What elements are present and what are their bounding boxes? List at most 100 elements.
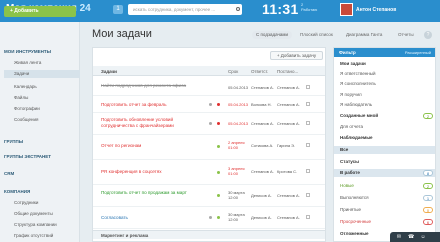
col-responsible[interactable]: Ответст. xyxy=(251,69,268,74)
tab-subtasks[interactable]: С подзадачами xyxy=(252,31,292,39)
col-deadline[interactable]: Срок xyxy=(228,69,238,74)
table-row[interactable]: Найти подрядчиков для ремонта офиса 05.0… xyxy=(93,79,325,96)
task-title[interactable]: Подготовить отчет по продажам за март xyxy=(101,190,197,196)
task-checkbox[interactable] xyxy=(306,193,310,197)
task-checkbox[interactable] xyxy=(306,169,310,173)
status-dot-icon xyxy=(217,194,220,197)
status-dot-icon xyxy=(217,171,220,174)
task-title[interactable]: PR конференция в соцсетях xyxy=(101,169,197,175)
task-responsible[interactable]: Степанов А. xyxy=(251,169,274,174)
filter-in-progress[interactable]: Выполняются xyxy=(340,195,369,200)
task-title[interactable]: Найти подрядчиков для ремонта офиса xyxy=(101,83,197,89)
task-checkbox[interactable] xyxy=(306,143,310,147)
filter-overdue[interactable]: Просроченные xyxy=(340,219,371,224)
task-responsible[interactable]: Денисов А. xyxy=(251,215,272,220)
search-icon[interactable] xyxy=(236,7,240,11)
add-button[interactable]: + Добавить xyxy=(4,6,76,17)
sidebar-item-files[interactable]: Файлы xyxy=(14,95,28,100)
filter-statuses[interactable]: Статусы xyxy=(340,159,359,164)
sidebar-item-messages[interactable]: Сообщения xyxy=(14,117,38,122)
sidebar-section-tools[interactable]: МОИ ИНСТРУМЕНТЫ xyxy=(4,49,51,54)
help-icon[interactable]: ? xyxy=(424,31,432,39)
sidebar-section-crm[interactable]: CRM xyxy=(4,171,14,176)
task-responsible[interactable]: Сотикова А. xyxy=(251,143,273,148)
filter-in-work[interactable]: В работе xyxy=(340,170,360,175)
tab-flat-list[interactable]: Плоский список xyxy=(300,32,333,37)
table-row[interactable]: Согласовать 30 марта 12:00 Денисов А. Ст… xyxy=(93,207,325,229)
task-deadline: 05.04.2013 xyxy=(228,102,249,107)
phone-icon[interactable]: ☎ xyxy=(408,234,414,240)
count-badge: 8 xyxy=(423,170,433,176)
table-header: Задачи Срок Ответст. Постано... xyxy=(93,66,325,76)
task-creator[interactable]: Степанов А. xyxy=(277,102,300,107)
filter-for-report[interactable]: Для отчета xyxy=(340,124,363,129)
extended-filter-link[interactable]: Расширенный xyxy=(405,50,431,55)
filter-all[interactable]: Все xyxy=(340,147,348,152)
filter-created[interactable]: Созданные мной xyxy=(340,113,378,118)
sidebar-item-feed[interactable]: Живая лента xyxy=(14,60,41,65)
task-title[interactable]: Подготовить отчет за февраль xyxy=(101,102,197,108)
task-group[interactable]: Маркетинг и реклама xyxy=(93,230,325,239)
tab-reports[interactable]: Отчеты xyxy=(398,32,414,37)
notifications-icon[interactable]: 1 xyxy=(113,5,123,14)
task-title[interactable]: Отчет по регионам xyxy=(101,143,197,149)
count-badge: 0 xyxy=(423,207,433,213)
task-creator[interactable]: Кротова С. xyxy=(277,169,297,174)
sidebar-item-employees[interactable]: Сотрудники xyxy=(14,200,38,205)
task-checkbox[interactable] xyxy=(306,85,310,89)
filter-responsible[interactable]: Я ответственный xyxy=(340,71,376,76)
sidebar-item-calendar[interactable]: Календарь xyxy=(14,84,37,89)
sidebar-section-groups[interactable]: ГРУППЫ xyxy=(4,139,23,144)
task-title[interactable]: Согласовать xyxy=(101,215,197,221)
task-checkbox[interactable] xyxy=(306,215,310,219)
sidebar-item-structure[interactable]: Структура компании xyxy=(14,222,57,227)
task-title[interactable]: Подготовить обновление условий сотруднич… xyxy=(101,117,197,128)
filter-header: Фильтр Расширенный xyxy=(334,48,435,57)
table-row[interactable]: PR конференция в соцсетях 3 апреля 01:00… xyxy=(93,160,325,185)
table-row[interactable]: Подготовить отчет за февраль 05.04.2013 … xyxy=(93,96,325,113)
group-label[interactable]: Маркетинг и реклама xyxy=(101,233,148,238)
add-task-button[interactable]: + Добавить задачу xyxy=(270,51,323,60)
task-creator[interactable]: Степанов А. xyxy=(277,193,300,198)
filter-my-tasks[interactable]: Мои задачи xyxy=(340,61,366,66)
sidebar-section-company[interactable]: КОМПАНИЯ xyxy=(4,189,30,194)
work-status[interactable]: 2 Работаю xyxy=(301,2,317,12)
task-creator[interactable]: Гарина Э. xyxy=(277,143,295,148)
task-checkbox[interactable] xyxy=(306,102,310,106)
table-row[interactable]: Подготовить отчет по продажам за март 30… xyxy=(93,185,325,207)
col-tasks[interactable]: Задачи xyxy=(101,69,117,74)
sidebar-item-tasks[interactable]: Задачи xyxy=(4,70,80,78)
sidebar-item-absence[interactable]: График отсутствий xyxy=(14,233,53,238)
status-dot-icon xyxy=(217,216,220,219)
left-sidebar xyxy=(0,22,80,242)
sidebar-item-photos[interactable]: Фотографии xyxy=(14,106,40,111)
avatar[interactable] xyxy=(340,3,353,16)
sidebar-item-documents[interactable]: Общие документы xyxy=(14,211,53,216)
status-dot-icon xyxy=(217,145,220,148)
task-creator[interactable]: Степанов А. xyxy=(277,215,300,220)
task-creator[interactable]: Степанов А. xyxy=(277,121,300,126)
chat-icon[interactable]: ✉ xyxy=(396,234,402,240)
users-icon[interactable]: ☺ xyxy=(420,234,426,240)
filter-assigned[interactable]: Я поручил xyxy=(340,92,362,97)
task-creator[interactable]: Степанов А. xyxy=(277,85,300,90)
filter-observer[interactable]: Я наблюдатель xyxy=(340,102,372,107)
task-responsible[interactable]: Денисов А. xyxy=(251,193,272,198)
task-responsible[interactable]: Степанов А. xyxy=(251,85,274,90)
user-name[interactable]: Антон Степанов xyxy=(356,7,396,13)
task-responsible[interactable]: Степанов А. xyxy=(251,121,274,126)
search-input[interactable]: искать сотрудника, документ, прочее ... xyxy=(128,4,242,15)
filter-deferred[interactable]: Отложенные xyxy=(340,231,369,236)
filter-coexecutor[interactable]: Я соисполнитель xyxy=(340,81,376,86)
table-row[interactable]: Подготовить обновление условий сотруднич… xyxy=(93,113,325,135)
col-creator[interactable]: Постано... xyxy=(277,69,298,74)
filter-accepted[interactable]: Принятые xyxy=(340,207,361,212)
task-checkbox[interactable] xyxy=(306,121,310,125)
task-responsible[interactable]: Волкова Н. xyxy=(251,102,272,107)
filter-watched[interactable]: Наблюдаемые xyxy=(340,135,373,140)
filter-new[interactable]: Новые xyxy=(340,183,354,188)
sidebar-section-extranet[interactable]: ГРУППЫ ЭКСТРАНЕТ xyxy=(4,154,51,159)
clock[interactable]: 11:31 xyxy=(262,1,299,17)
table-row[interactable]: Отчет по регионам 2 апреля 01:00 Сотиков… xyxy=(93,135,325,160)
tab-gantt[interactable]: Диаграмма Ганта xyxy=(346,32,382,37)
